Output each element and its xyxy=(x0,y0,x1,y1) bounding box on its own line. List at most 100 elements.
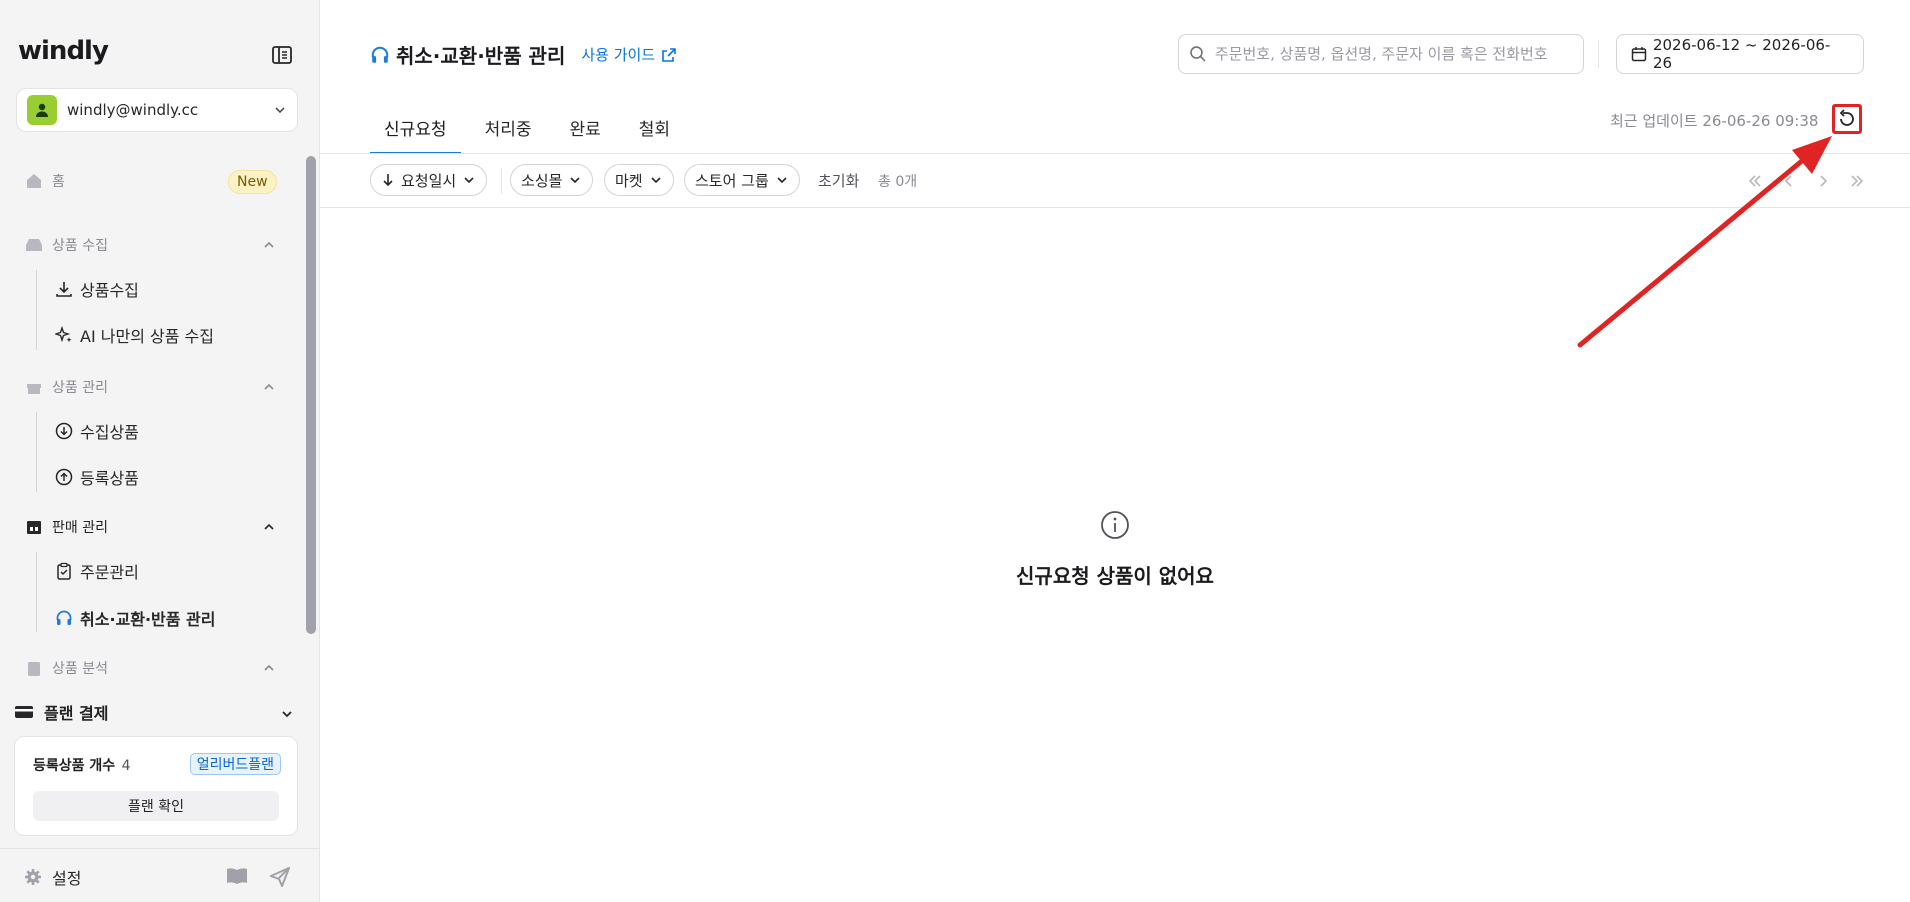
sidebar-item-label: 등록상품 xyxy=(80,469,139,488)
sidebar-group-sales[interactable]: 판매 관리 xyxy=(24,512,108,542)
date-range-picker[interactable]: 2026-06-12 ~ 2026-06-26 xyxy=(1616,34,1864,74)
prev-page-icon[interactable] xyxy=(1772,170,1806,192)
header-divider xyxy=(1598,40,1599,68)
pagination xyxy=(1738,170,1874,192)
registered-count-label: 등록상품 개수 xyxy=(33,758,116,774)
main-content: 취소·교환·반품 관리 사용 가이드 2026-06-12 ~ 2026-06-… xyxy=(320,0,1910,902)
headphones-icon xyxy=(371,46,389,63)
sidebar-group-label: 상품 관리 xyxy=(52,380,108,396)
reset-filters-button[interactable]: 초기화 xyxy=(818,170,859,191)
sidebar-group-collect[interactable]: 상품 수집 xyxy=(24,230,108,260)
tab-completed[interactable]: 완료 xyxy=(555,100,614,154)
sidebar-item-label: 취소·교환·반품 관리 xyxy=(80,610,216,629)
search-box xyxy=(1178,34,1584,74)
chevron-down-icon xyxy=(464,177,474,184)
chevron-up-icon[interactable] xyxy=(262,238,276,252)
home-icon xyxy=(24,171,44,191)
sort-dropdown[interactable]: 요청일시 xyxy=(370,164,488,196)
source-mall-label: 소싱몰 xyxy=(521,171,563,190)
sidebar-item-collect[interactable]: 상품수집 xyxy=(54,274,139,304)
page-title: 취소·교환·반품 관리 xyxy=(396,44,566,68)
sidebar-scrollbar[interactable] xyxy=(306,156,316,634)
empty-state-message: 신규요청 상품이 없어요 xyxy=(1016,564,1214,588)
new-badge: New xyxy=(228,170,277,194)
last-update-text: 최근 업데이트 26-06-26 09:38 xyxy=(1610,112,1819,130)
tree-line xyxy=(36,270,37,350)
last-page-icon[interactable] xyxy=(1840,170,1874,192)
arrow-down-circle-icon xyxy=(54,421,74,441)
refresh-button[interactable] xyxy=(1832,104,1862,134)
avatar xyxy=(27,95,57,125)
sidebar-group-analysis[interactable]: 상품 분석 xyxy=(24,653,108,683)
chevron-up-icon[interactable] xyxy=(262,520,276,534)
market-dropdown[interactable]: 마켓 xyxy=(604,164,674,196)
sidebar-item-cancel-return[interactable]: 취소·교환·반품 관리 xyxy=(54,603,216,633)
plan-card: 등록상품 개수 4 얼리버드플랜 플랜 확인 xyxy=(14,736,298,836)
sparkle-icon xyxy=(54,325,74,345)
plan-confirm-button[interactable]: 플랜 확인 xyxy=(33,791,279,821)
chevron-down-icon[interactable] xyxy=(280,707,294,721)
registered-count: 등록상품 개수 4 xyxy=(33,755,131,775)
search-input[interactable] xyxy=(1214,45,1573,63)
info-icon xyxy=(1101,511,1129,539)
sidebar-item-orders[interactable]: 주문관리 xyxy=(54,556,139,586)
tab-new-request[interactable]: 신규요청 xyxy=(370,100,461,154)
sidebar: windly windly@windly.cc 홈 New 상품 수집 상품수집 xyxy=(0,0,320,902)
next-page-icon[interactable] xyxy=(1806,170,1840,192)
settings-label: 설정 xyxy=(52,869,82,888)
first-page-icon[interactable] xyxy=(1738,170,1772,192)
tab-processing[interactable]: 처리중 xyxy=(471,100,546,154)
account-email: windly@windly.cc xyxy=(67,101,199,119)
sidebar-group-label: 상품 수집 xyxy=(52,238,108,254)
sidebar-collapse-icon[interactable] xyxy=(272,46,292,64)
date-range-value: 2026-06-12 ~ 2026-06-26 xyxy=(1652,36,1831,72)
clipboard-icon xyxy=(24,658,44,678)
chevron-up-icon[interactable] xyxy=(262,661,276,675)
inbox-icon xyxy=(24,235,44,255)
gear-icon xyxy=(25,869,41,885)
tree-line xyxy=(36,412,37,492)
gift-icon xyxy=(24,377,44,397)
user-guide-link[interactable]: 사용 가이드 xyxy=(581,44,677,65)
filter-bar: 요청일시 소싱몰 마켓 스토어 그룹 초기화 총 0개 xyxy=(320,154,1910,208)
sidebar-group-label: 판매 관리 xyxy=(52,520,108,536)
sidebar-item-label: AI 나만의 상품 수집 xyxy=(80,327,214,346)
plan-badge: 얼리버드플랜 xyxy=(189,753,281,775)
sidebar-item-home[interactable]: 홈 xyxy=(24,166,65,196)
source-mall-dropdown[interactable]: 소싱몰 xyxy=(510,164,594,196)
status-tabs: 신규요청 처리중 완료 철회 xyxy=(370,100,694,154)
chevron-down-icon xyxy=(275,107,285,114)
tree-line xyxy=(36,552,37,632)
plan-header[interactable]: 플랜 결제 xyxy=(14,700,108,724)
tab-withdrawn[interactable]: 철회 xyxy=(625,100,684,154)
arrow-down-icon xyxy=(383,174,393,187)
arrow-up-circle-icon xyxy=(54,467,74,487)
sidebar-item-label: 홈 xyxy=(52,174,65,190)
settings-button[interactable]: 설정 xyxy=(24,865,81,889)
sort-label: 요청일시 xyxy=(401,171,457,190)
chevron-down-icon xyxy=(777,177,787,184)
sidebar-item-registered[interactable]: 등록상품 xyxy=(54,462,139,492)
search-icon xyxy=(1190,46,1206,62)
account-selector[interactable]: windly@windly.cc xyxy=(16,88,298,132)
chevron-up-icon[interactable] xyxy=(262,380,276,394)
sidebar-item-label: 수집상품 xyxy=(80,423,139,442)
download-icon xyxy=(54,279,74,299)
store-group-dropdown[interactable]: 스토어 그룹 xyxy=(684,164,800,196)
chevron-down-icon xyxy=(570,177,580,184)
sidebar-footer: 설정 xyxy=(0,848,320,902)
app-logo[interactable]: windly xyxy=(18,36,109,66)
sidebar-item-collected[interactable]: 수집상품 xyxy=(54,416,139,446)
sidebar-group-manage[interactable]: 상품 관리 xyxy=(24,372,108,402)
total-count: 총 0개 xyxy=(878,174,918,190)
book-icon[interactable] xyxy=(226,867,248,885)
credit-card-icon xyxy=(15,706,33,718)
calendar-icon xyxy=(1631,47,1647,62)
sidebar-item-label: 주문관리 xyxy=(80,563,139,582)
sidebar-item-ai-collect[interactable]: AI 나만의 상품 수집 xyxy=(54,320,214,350)
sidebar-item-label: 상품수집 xyxy=(80,281,139,300)
page-header: 취소·교환·반품 관리 사용 가이드 xyxy=(370,40,677,69)
refresh-icon xyxy=(1839,109,1854,126)
send-icon[interactable] xyxy=(270,867,290,887)
clipboard-check-icon xyxy=(54,561,74,581)
